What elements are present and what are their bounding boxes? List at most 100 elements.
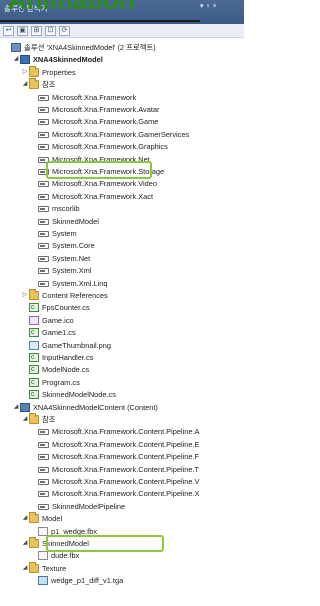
tree-item[interactable]: System.Xml: [0, 265, 91, 276]
expand-toggle-icon[interactable]: ◢: [21, 79, 29, 90]
tree-item[interactable]: Microsoft.Xna.Framework.Avatar: [0, 104, 159, 115]
reference-icon: [38, 94, 49, 101]
tree-item[interactable]: Microsoft.Xna.Framework.Content.Pipeline…: [0, 476, 199, 487]
reference-icon: [38, 144, 49, 151]
tree-item-label: Microsoft.Xna.Framework.Game: [52, 117, 159, 127]
tree-item[interactable]: Microsoft.Xna.Framework.Content.Pipeline…: [0, 426, 199, 437]
tree-item[interactable]: Game.ico: [0, 315, 74, 326]
tree-item[interactable]: mscorlib: [0, 203, 80, 214]
tree-item[interactable]: Microsoft.Xna.Framework.Xact: [0, 191, 153, 202]
tree-item[interactable]: System.Net: [0, 253, 90, 264]
csharp-file-icon: [29, 352, 39, 363]
expand-toggle-icon[interactable]: ◢: [12, 402, 20, 413]
toolbar-button-show-all[interactable]: ⊞: [31, 25, 42, 36]
tree-item[interactable]: ◢ Model: [0, 512, 62, 524]
tree-item-label: dude.fbx: [51, 551, 80, 561]
tree-item[interactable]: Microsoft.Xna.Framework.Graphics: [0, 141, 168, 152]
tree-item-label: System.Xml: [52, 266, 92, 276]
tree-item[interactable]: Microsoft.Xna.Framework.Content.Pipeline…: [0, 451, 199, 462]
reference-icon: [38, 429, 49, 436]
csharp-file-icon: [29, 389, 39, 400]
tree-item-label: Microsoft.Xna.Framework.GamerServices: [52, 129, 190, 139]
highlight-skinnedmodelpipeline: [46, 535, 164, 552]
toolbar-button-properties[interactable]: ▣: [17, 25, 28, 36]
fbx-file-icon: [38, 551, 48, 561]
tree-item[interactable]: wedge_p1_diff_v1.tga: [0, 575, 123, 586]
tree-item-label: Microsoft.Xna.Framework.Graphics: [52, 142, 168, 152]
fbx-file-icon: [38, 526, 48, 536]
toolbar-button-back[interactable]: ↩: [3, 25, 14, 36]
tree-item[interactable]: ◢ 참조: [0, 78, 56, 90]
tree-item[interactable]: ModelNode.cs: [0, 364, 89, 375]
csharp-file-icon: [29, 302, 39, 313]
reference-icon: [38, 454, 49, 461]
tree-item[interactable]: System.Xml.Linq: [0, 278, 107, 289]
solution-icon: [11, 43, 21, 52]
tree-item[interactable]: SkinnedModelPipeline: [0, 501, 125, 512]
tree-item-label: Texture: [42, 563, 67, 573]
expand-toggle-icon[interactable]: ◢: [12, 54, 20, 65]
tree-item-label: Microsoft.Xna.Framework.Video: [52, 179, 158, 189]
tree-item[interactable]: Microsoft.Xna.Framework.Content.Pipeline…: [0, 464, 199, 475]
tree-item[interactable]: Microsoft.Xna.Framework.Video: [0, 178, 157, 189]
expand-toggle-icon[interactable]: ▷: [21, 290, 29, 301]
folder-icon: [29, 537, 39, 548]
tree-item[interactable]: 솔루션 'XNA4SkinnedModel' (2 프로젝트): [0, 42, 156, 53]
icon-file-icon: [29, 315, 39, 325]
reference-icon: [38, 255, 49, 262]
reference-icon: [38, 107, 49, 113]
tree-item[interactable]: Game1.cs: [0, 327, 76, 338]
tree-item[interactable]: ◢ XNA4SkinnedModel: [0, 54, 103, 65]
tree-item[interactable]: System.Core: [0, 240, 95, 251]
tree-item[interactable]: ▷ Properties: [0, 65, 76, 78]
reference-icon: [38, 193, 49, 200]
tree-item-label: InputHandler.cs: [42, 353, 94, 362]
tree-item-label: ModelNode.cs: [42, 365, 90, 375]
tree-item[interactable]: ◢ XNA4SkinnedModelContent (Content): [0, 402, 158, 413]
reference-icon: [38, 466, 49, 473]
tree-item[interactable]: SkinnedModelNode.cs: [0, 389, 116, 400]
tree-item[interactable]: dude.fbx: [0, 550, 79, 561]
tree-item[interactable]: ◢ Texture: [0, 561, 67, 574]
tree-item-label: mscorlib: [52, 204, 80, 214]
content-project-icon: [20, 402, 30, 412]
tree-item-label: Microsoft.Xna.Framework.Content.Pipeline…: [52, 489, 200, 499]
properties-folder-icon: [29, 65, 39, 77]
tree-item-label: Microsoft.Xna.Framework.Xact: [52, 191, 154, 201]
expand-toggle-icon[interactable]: ◢: [21, 563, 29, 574]
image-file-icon: [29, 340, 39, 350]
csharp-project-icon: [20, 55, 30, 65]
reference-icon: [38, 218, 49, 225]
csharp-file-icon: [29, 377, 39, 388]
toolbar-button-view[interactable]: ⊡: [45, 25, 56, 36]
expand-toggle-icon[interactable]: ◢: [21, 513, 29, 524]
expand-toggle-icon[interactable]: ▷: [21, 67, 29, 78]
tree-item[interactable]: Microsoft.Xna.Framework.Content.Pipeline…: [0, 439, 199, 450]
reference-icon: [38, 181, 49, 188]
expand-toggle-icon[interactable]: ◢: [21, 538, 29, 549]
tree-item[interactable]: InputHandler.cs: [0, 352, 93, 363]
tree-item-label: wedge_p1_diff_v1.tga: [51, 576, 124, 586]
overlay-title: Animation: [8, 0, 136, 15]
tree-item[interactable]: Microsoft.Xna.Framework.Game: [0, 116, 158, 127]
tree-item[interactable]: SkinnedModel: [0, 216, 99, 227]
tree-item[interactable]: Program.cs: [0, 377, 80, 388]
tree-item[interactable]: GameThumbnail.png: [0, 340, 111, 351]
reference-icon: [38, 206, 49, 213]
tree-item-label: 솔루션 'XNA4SkinnedModel' (2 프로젝트): [24, 43, 156, 52]
tree-item-label: Microsoft.Xna.Framework.Content.Pipeline…: [52, 464, 200, 474]
reference-icon: [38, 243, 49, 250]
tree-item[interactable]: Microsoft.Xna.Framework.GamerServices: [0, 129, 189, 140]
tree-item-label: Microsoft.Xna.Framework.Content.Pipeline…: [52, 439, 200, 449]
tree-item[interactable]: ▷ Content References: [0, 289, 108, 301]
solution-explorer-toolbar: ↩ ▣ ⊞ ⊡ ⟳: [0, 24, 244, 38]
tree-item[interactable]: ◢ 참조: [0, 413, 56, 425]
panel-controls[interactable]: ▾ ♀ ×: [200, 2, 217, 10]
expand-toggle-icon[interactable]: ◢: [21, 414, 29, 425]
tree-item[interactable]: Microsoft.Xna.Framework: [0, 92, 136, 103]
tree-item[interactable]: Microsoft.Xna.Framework.Content.Pipeline…: [0, 488, 199, 499]
toolbar-button-refresh[interactable]: ⟳: [59, 25, 70, 36]
tree-item[interactable]: FpsCounter.cs: [0, 302, 90, 313]
tree-item[interactable]: System: [0, 228, 77, 239]
highlight-skinnedmodel: [46, 161, 152, 179]
